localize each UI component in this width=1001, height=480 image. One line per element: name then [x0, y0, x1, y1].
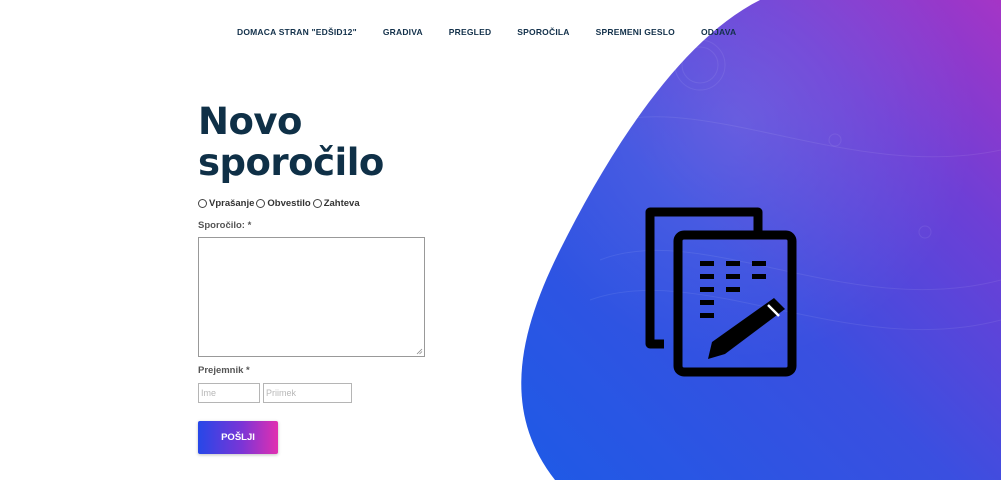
message-textarea[interactable]	[198, 237, 425, 357]
radio-label: Obvestilo	[267, 198, 311, 209]
page-title-line1: Novo	[198, 100, 302, 143]
document-edit-icon	[645, 207, 797, 377]
nav-item-materials[interactable]: GRADIVA	[383, 27, 423, 37]
nav-item-messages[interactable]: SPOROČILA	[517, 27, 569, 37]
last-name-placeholder: Priimek	[266, 388, 297, 398]
last-name-input[interactable]: Priimek	[263, 383, 352, 403]
message-type-radio-group: Vprašanje Obvestilo Zahteva	[198, 198, 362, 209]
nav-item-change-password[interactable]: SPREMENI GESLO	[596, 27, 675, 37]
send-button[interactable]: POŠLJI	[198, 421, 278, 454]
page-title: Novo sporočilo	[198, 101, 384, 183]
nav-item-home[interactable]: DOMACA STRAN "EDŠID12"	[237, 27, 357, 37]
nav-item-logout[interactable]: ODJAVA	[701, 27, 736, 37]
resize-grip-icon[interactable]	[416, 348, 423, 355]
main-nav: DOMACA STRAN "EDŠID12" GRADIVA PREGLED S…	[237, 27, 736, 37]
hero-gradient-blob	[521, 0, 1001, 480]
nav-item-overview[interactable]: PREGLED	[449, 27, 492, 37]
radio-button[interactable]	[312, 199, 322, 208]
message-label: Sporočilo: *	[198, 220, 252, 231]
recipient-label: Prejemnik *	[198, 365, 250, 376]
radio-label: Zahteva	[323, 198, 360, 209]
radio-option-notice[interactable]: Obvestilo	[256, 198, 311, 209]
first-name-input[interactable]: Ime	[198, 383, 260, 403]
radio-button[interactable]	[198, 199, 207, 208]
radio-button[interactable]	[256, 199, 266, 208]
radio-option-request[interactable]: Zahteva	[312, 198, 360, 209]
radio-label: Vprašanje	[209, 198, 255, 209]
radio-option-question[interactable]: Vprašanje	[198, 198, 254, 209]
first-name-placeholder: Ime	[201, 388, 217, 398]
page-title-line2: sporočilo	[198, 141, 384, 184]
